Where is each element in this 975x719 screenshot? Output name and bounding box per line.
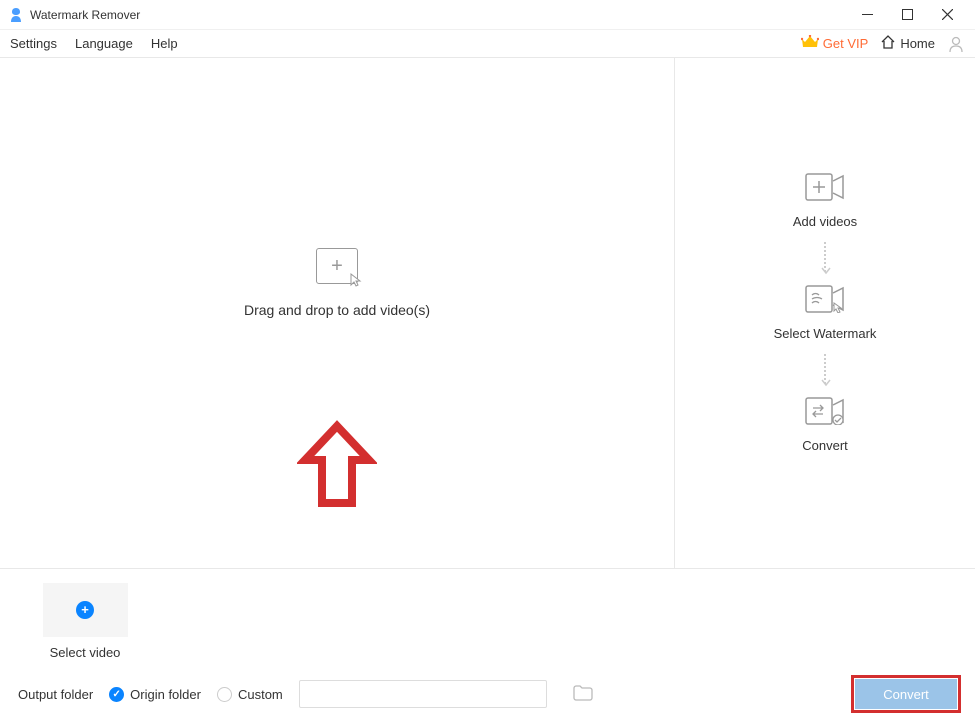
step-add-label: Add videos <box>793 214 857 229</box>
select-video-button[interactable]: + <box>43 583 128 637</box>
menubar-right: Get VIP Home <box>801 34 965 53</box>
close-button[interactable] <box>927 0 967 30</box>
minimize-button[interactable] <box>847 0 887 30</box>
vip-label: Get VIP <box>823 36 869 51</box>
add-file-icon: + <box>316 248 358 284</box>
user-icon[interactable] <box>947 35 965 53</box>
step-convert-label: Convert <box>802 438 848 453</box>
step-divider <box>824 349 826 389</box>
step-convert: Convert <box>802 397 848 453</box>
add-video-icon <box>805 173 845 204</box>
crown-icon <box>801 35 819 52</box>
bottom-section: + Select video <box>0 569 975 669</box>
plus-circle-icon: + <box>76 601 94 619</box>
origin-folder-radio[interactable]: Origin folder <box>109 687 201 702</box>
menubar-left: Settings Language Help <box>10 36 801 51</box>
output-folder-label: Output folder <box>18 687 93 702</box>
browse-button[interactable] <box>573 685 593 704</box>
step-add-videos: Add videos <box>793 173 857 229</box>
home-button[interactable]: Home <box>880 34 935 53</box>
convert-button-label: Convert <box>883 687 929 702</box>
chevron-down-icon <box>821 375 831 390</box>
custom-radio-label: Custom <box>238 687 283 702</box>
titlebar-left: Watermark Remover <box>8 7 847 23</box>
radio-checked-icon <box>109 687 124 702</box>
step-select-watermark: Select Watermark <box>774 285 877 341</box>
app-title: Watermark Remover <box>30 8 140 22</box>
custom-folder-radio[interactable]: Custom <box>217 687 283 702</box>
titlebar: Watermark Remover <box>0 0 975 30</box>
chevron-down-icon <box>821 263 831 278</box>
home-label: Home <box>900 36 935 51</box>
step-select-label: Select Watermark <box>774 326 877 341</box>
plus-icon: + <box>331 256 343 276</box>
annotation-arrow-icon <box>297 418 377 516</box>
convert-icon <box>805 397 845 428</box>
select-video-wrap: + Select video <box>40 583 130 660</box>
window-controls <box>847 0 967 30</box>
menubar: Settings Language Help Get VIP Home <box>0 30 975 58</box>
menu-language[interactable]: Language <box>75 36 133 51</box>
drop-zone-text: Drag and drop to add video(s) <box>244 302 430 318</box>
origin-radio-label: Origin folder <box>130 687 201 702</box>
select-watermark-icon <box>805 285 845 316</box>
get-vip-button[interactable]: Get VIP <box>801 35 869 52</box>
side-steps: Add videos Select Watermark <box>675 58 975 568</box>
output-path-input[interactable] <box>299 680 547 708</box>
footer-bar: Output folder Origin folder Custom Conve… <box>0 669 975 719</box>
folder-icon <box>573 685 593 704</box>
cursor-icon <box>349 272 365 291</box>
convert-button[interactable]: Convert <box>855 679 957 709</box>
maximize-button[interactable] <box>887 0 927 30</box>
menu-help[interactable]: Help <box>151 36 178 51</box>
main-area: + Drag and drop to add video(s) Add vide… <box>0 58 975 569</box>
select-video-label: Select video <box>50 645 121 660</box>
drop-icon-wrap: + Drag and drop to add video(s) <box>244 248 430 318</box>
menu-settings[interactable]: Settings <box>10 36 57 51</box>
app-icon <box>8 7 24 23</box>
drop-zone[interactable]: + Drag and drop to add video(s) <box>0 58 675 568</box>
home-icon <box>880 34 896 53</box>
step-divider <box>824 237 826 277</box>
radio-unchecked-icon <box>217 687 232 702</box>
